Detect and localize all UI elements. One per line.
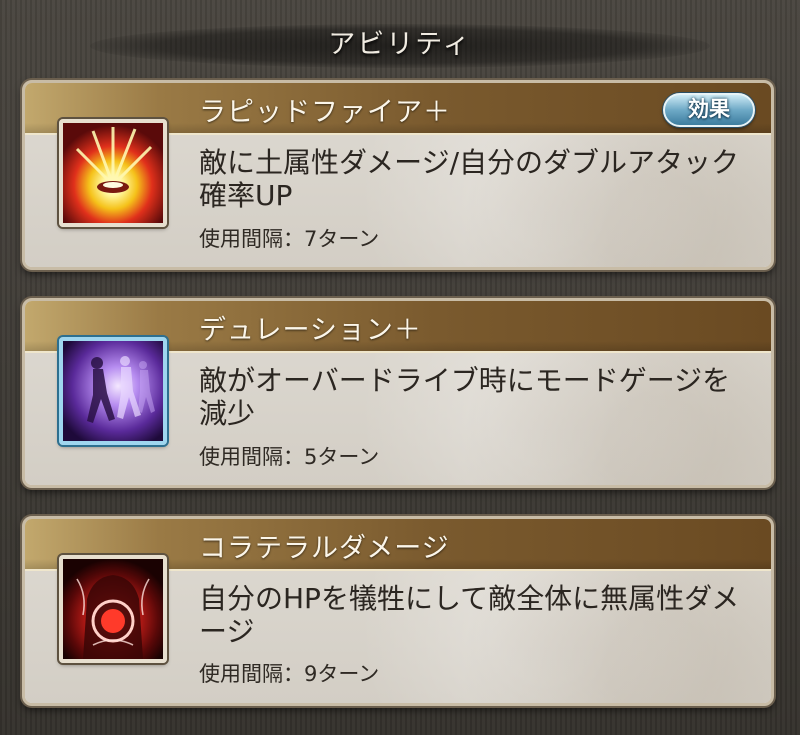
explosion-icon[interactable] (59, 119, 167, 227)
ability-name: コラテラルダメージ (199, 533, 450, 564)
ability-card-duration[interactable]: デュレーション＋ 敵がオーバードライブ時にモードゲージを減少 使用間隔：5ターン (22, 298, 774, 488)
ability-description: 敵に土属性ダメージ/自分のダブルアタック確率UP (199, 146, 740, 212)
ability-description: 自分のHPを犠牲にして敵全体に無属性ダメージ (199, 582, 740, 648)
ability-name: デュレーション＋ (199, 315, 422, 346)
ability-cooldown: 使用間隔：5ターン (199, 445, 380, 469)
ability-description: 敵がオーバードライブ時にモードゲージを減少 (199, 364, 731, 430)
ability-card-rapid-fire[interactable]: ラピッドファイア＋ 効果 敵に土属性ダメージ/自分のダブルアタック確率UP 使用… (22, 80, 774, 270)
ability-cooldown: 使用間隔：9ターン (199, 662, 380, 686)
effect-button[interactable]: 効果 (663, 93, 755, 127)
dancing-figures-icon[interactable] (59, 337, 167, 445)
page-title: アビリティ (328, 29, 472, 60)
ability-cooldown: 使用間隔：7ターン (199, 227, 380, 251)
red-aura-body-icon[interactable] (59, 555, 167, 663)
ability-card-collateral-damage[interactable]: コラテラルダメージ 自分のHPを犠牲にして敵全体に無属性ダメージ 使用間隔：9タ… (22, 516, 774, 706)
ability-name: ラピッドファイア＋ (199, 97, 451, 128)
